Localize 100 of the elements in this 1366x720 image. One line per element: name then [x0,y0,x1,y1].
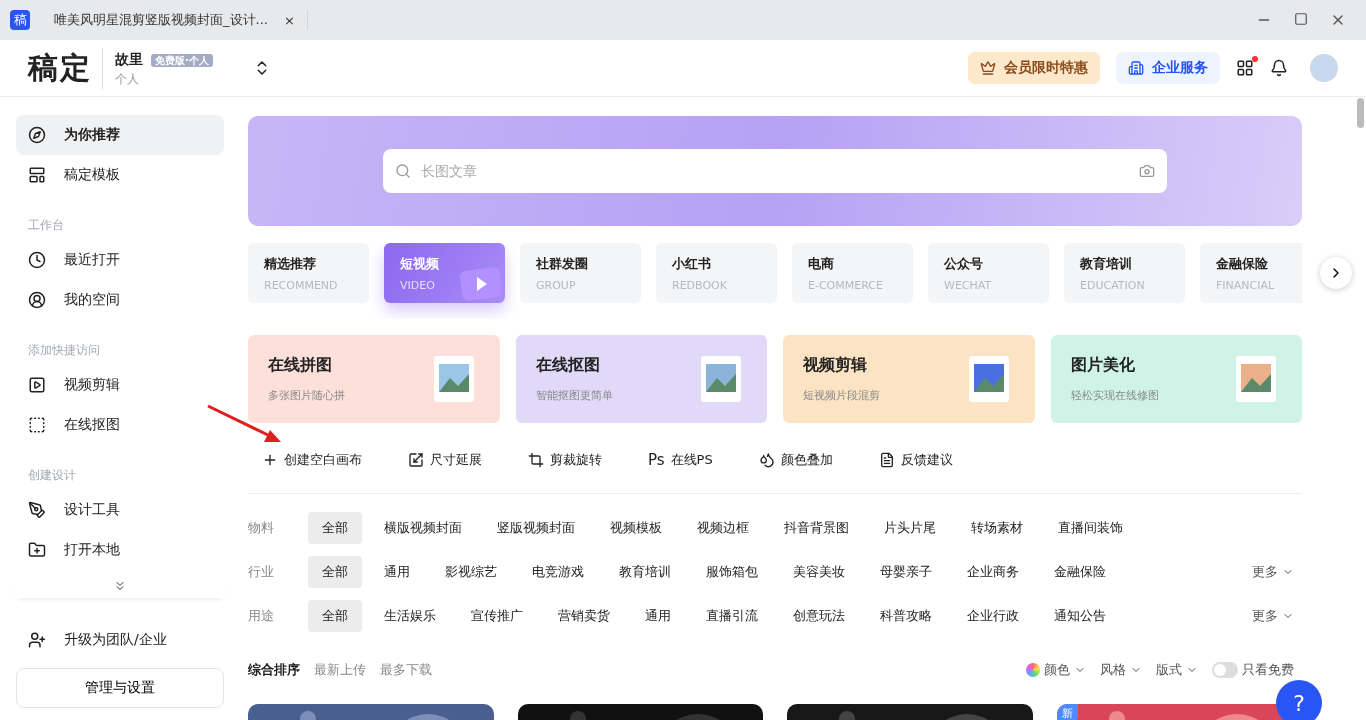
filter-option[interactable]: 通用 [631,600,685,632]
search-icon [395,163,411,179]
style-filter[interactable]: 风格 [1100,661,1142,679]
search-bar[interactable]: 长图文章 [383,149,1167,193]
more-button[interactable]: 更多 [1252,607,1302,625]
category-tab[interactable]: 短视频 VIDEO [384,243,505,303]
filter-option[interactable]: 营销卖货 [544,600,624,632]
filter-option[interactable]: 美容美妆 [779,556,859,588]
quick-action[interactable]: 尺寸延展 [430,451,482,469]
tool-card[interactable]: 图片美化 轻松实现在线修图 [1050,335,1302,423]
filter-label: 物料 [248,519,275,537]
tool-card[interactable]: 视频剪辑 短视频片段混剪 [783,335,1035,423]
filter-option[interactable]: 影视综艺 [431,556,511,588]
enterprise-button[interactable]: 企业服务 [1116,52,1220,84]
sidebar-item[interactable]: 在线抠图 [16,405,224,445]
quick-action[interactable]: 颜色叠加 [780,451,833,469]
tool-title: 视频剪辑 [803,355,868,376]
filter-option[interactable]: 通知公告 [1040,600,1120,632]
filter-label: 用途 [248,607,275,625]
free-only-toggle[interactable] [1212,662,1238,678]
filter-option[interactable]: 视频边框 [683,512,763,544]
filter-option[interactable]: 直播间装饰 [1044,512,1137,544]
sidebar-item[interactable]: 打开本地 [16,530,224,570]
sidebar-item[interactable]: 为你推荐 [16,115,224,155]
category-tab[interactable]: 电商 E-COMMERCE [792,243,913,303]
user-icon [28,291,46,309]
play-icon [459,267,503,301]
tool-title: 图片美化 [1070,355,1136,376]
filter-option[interactable]: 服饰箱包 [692,556,772,588]
building-icon [1128,60,1144,76]
tool-title: 在线抠图 [535,355,601,376]
filter-option[interactable]: 宣传推广 [457,600,537,632]
filter-option[interactable]: 创意玩法 [779,600,859,632]
more-button[interactable]: 更多 [1252,563,1302,581]
filter-option[interactable]: 抖音背景图 [770,512,863,544]
filter-option[interactable]: 企业商务 [953,556,1033,588]
close-tab-button[interactable]: × [283,12,295,28]
filter-option[interactable]: 教育培训 [605,556,685,588]
section-title: 创建设计 [28,467,77,484]
category-tab[interactable]: 公众号 WECHAT [928,243,1049,303]
browser-tab[interactable]: 唯美风明星混剪竖版视频封面_设计... × [42,10,308,30]
sort-option[interactable]: 最新上传 [314,661,366,679]
filter-option[interactable]: 生活娱乐 [370,600,450,632]
compass-icon [28,126,46,144]
filter-option[interactable]: 横版视频封面 [370,512,476,544]
filter-option[interactable]: 电竞游戏 [518,556,598,588]
quick-action[interactable]: 在线PS [670,451,713,469]
filter-option[interactable]: 通用 [370,556,424,588]
app-icon: 稿 [10,10,30,30]
sidebar-item[interactable]: 设计工具 [16,490,224,530]
camera-icon[interactable] [1139,163,1155,179]
category-tab[interactable]: 精选推荐 RECOMMEND [248,243,369,303]
help-button[interactable]: ? [1276,680,1322,720]
category-tab[interactable]: 金融保险 FINANCIAL [1200,243,1302,303]
filter-option[interactable]: 全部 [308,600,362,632]
filter-option[interactable]: 片头片尾 [870,512,950,544]
filter-option[interactable]: 科普攻略 [866,600,946,632]
filter-option[interactable]: 直播引流 [692,600,772,632]
filter-label: 行业 [248,563,275,581]
tool-card[interactable]: 在线拼图 多张图片随心拼 [248,335,500,423]
play-icon [28,376,46,394]
maximize-icon[interactable] [1294,12,1308,26]
sidebar-item[interactable]: 稿定模板 [16,155,224,195]
quick-action[interactable]: 剪裁旋转 [550,451,602,469]
sidebar-item[interactable]: 视频剪辑 [16,365,224,405]
sidebar-item[interactable]: 我的空间 [16,280,224,320]
tab-title: 唯美风明星混剪竖版视频封面_设计... [54,11,268,29]
filter-option[interactable]: 全部 [308,512,362,544]
filter-option[interactable]: 视频模板 [596,512,676,544]
filter-option[interactable]: 母婴亲子 [866,556,946,588]
document-icon [878,452,895,468]
filter-option[interactable]: 转场素材 [957,512,1037,544]
quick-action[interactable]: 反馈建议 [900,451,953,469]
logo[interactable]: 稿定 [28,47,103,89]
filter-option[interactable]: 竖版视频封面 [483,512,589,544]
layout-filter[interactable]: 版式 [1156,661,1198,679]
filter-option[interactable]: 企业行政 [953,600,1033,632]
notification-button[interactable] [1270,59,1288,77]
filter-option[interactable]: 金融保险 [1040,556,1120,588]
ps-icon: Ps [648,451,665,469]
vip-offer-button[interactable]: 会员限时特惠 [968,52,1100,84]
settings-button[interactable]: 管理与设置 [16,668,224,708]
sidebar-item[interactable]: 最近打开 [16,240,224,280]
section-title: 工作台 [28,217,65,234]
category-tab[interactable]: 社群发圈 GROUP [520,243,641,303]
folder-plus-icon [28,541,46,559]
tool-title: 在线拼图 [268,355,333,376]
category-tab[interactable]: 小红书 REDBOOK [656,243,777,303]
template-icon [28,166,46,184]
sort-option[interactable]: 综合排序 [248,661,300,679]
quick-action[interactable]: 创建空白画布 [284,451,362,469]
scrollbar[interactable] [1357,98,1364,128]
next-button[interactable] [1320,257,1352,289]
plus-icon [262,452,278,468]
tool-card[interactable]: 在线抠图 智能抠图更简单 [515,335,767,423]
upgrade-link[interactable]: 升级为团队/企业 [16,624,224,656]
category-tab[interactable]: 教育培训 EDUCATION [1064,243,1185,303]
color-filter[interactable]: 颜色 [1026,661,1086,679]
sort-option[interactable]: 最多下载 [380,661,432,679]
filter-option[interactable]: 全部 [308,556,362,588]
